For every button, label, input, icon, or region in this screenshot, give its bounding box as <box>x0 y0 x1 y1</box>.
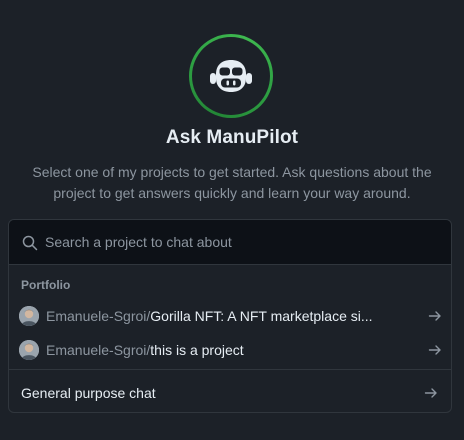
general-chat-label: General purpose chat <box>21 385 156 401</box>
project-name: Emanuele-Sgroi/Gorilla NFT: A NFT market… <box>46 308 373 324</box>
page-subtitle: Select one of my projects to get started… <box>32 164 432 201</box>
project-picker: Portfolio Emanuele-Sgroi/Gorilla NFT: A … <box>8 219 452 413</box>
project-item[interactable]: Emanuele-Sgroi/this is a project <box>9 335 451 365</box>
arrow-right-icon <box>428 311 441 321</box>
arrow-right-icon <box>428 345 441 355</box>
avatar-image <box>19 306 39 326</box>
arrow-right-icon <box>424 388 437 398</box>
avatar-image <box>19 340 39 360</box>
search-input[interactable] <box>45 231 435 253</box>
group-label-portfolio: Portfolio <box>21 278 71 292</box>
logo-ring <box>189 34 273 118</box>
project-item[interactable]: Emanuele-Sgroi/Gorilla NFT: A NFT market… <box>9 301 451 331</box>
search-bar[interactable] <box>9 220 451 265</box>
avatar <box>19 340 39 360</box>
copilot-logo <box>192 37 270 115</box>
divider <box>9 369 451 370</box>
general-chat-item[interactable]: General purpose chat <box>9 378 451 408</box>
project-owner: Emanuele-Sgroi/ <box>46 342 151 358</box>
page-title: Ask ManuPilot <box>165 127 299 148</box>
avatar <box>19 306 39 326</box>
search-icon <box>22 235 38 251</box>
project-owner: Emanuele-Sgroi/ <box>46 308 151 324</box>
project-repo: this is a project <box>150 342 244 358</box>
project-name: Emanuele-Sgroi/this is a project <box>46 342 244 358</box>
copilot-icon <box>210 60 252 92</box>
project-repo: Gorilla NFT: A NFT marketplace si... <box>150 308 373 324</box>
